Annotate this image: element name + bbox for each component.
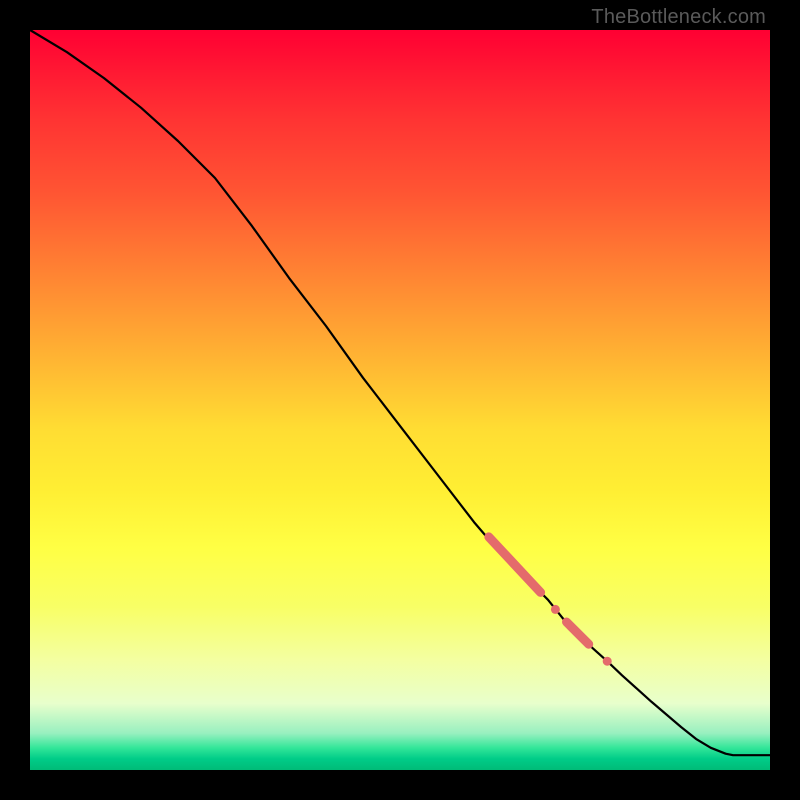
marker-dot (551, 605, 560, 614)
plot-area (30, 30, 770, 770)
marker-dot (603, 657, 612, 666)
marker-segment (567, 622, 589, 644)
curve-svg (30, 30, 770, 770)
watermark-text: TheBottleneck.com (591, 6, 766, 29)
curve-line (30, 30, 770, 755)
marker-segment (489, 537, 541, 593)
chart-frame: TheBottleneck.com (0, 0, 800, 800)
